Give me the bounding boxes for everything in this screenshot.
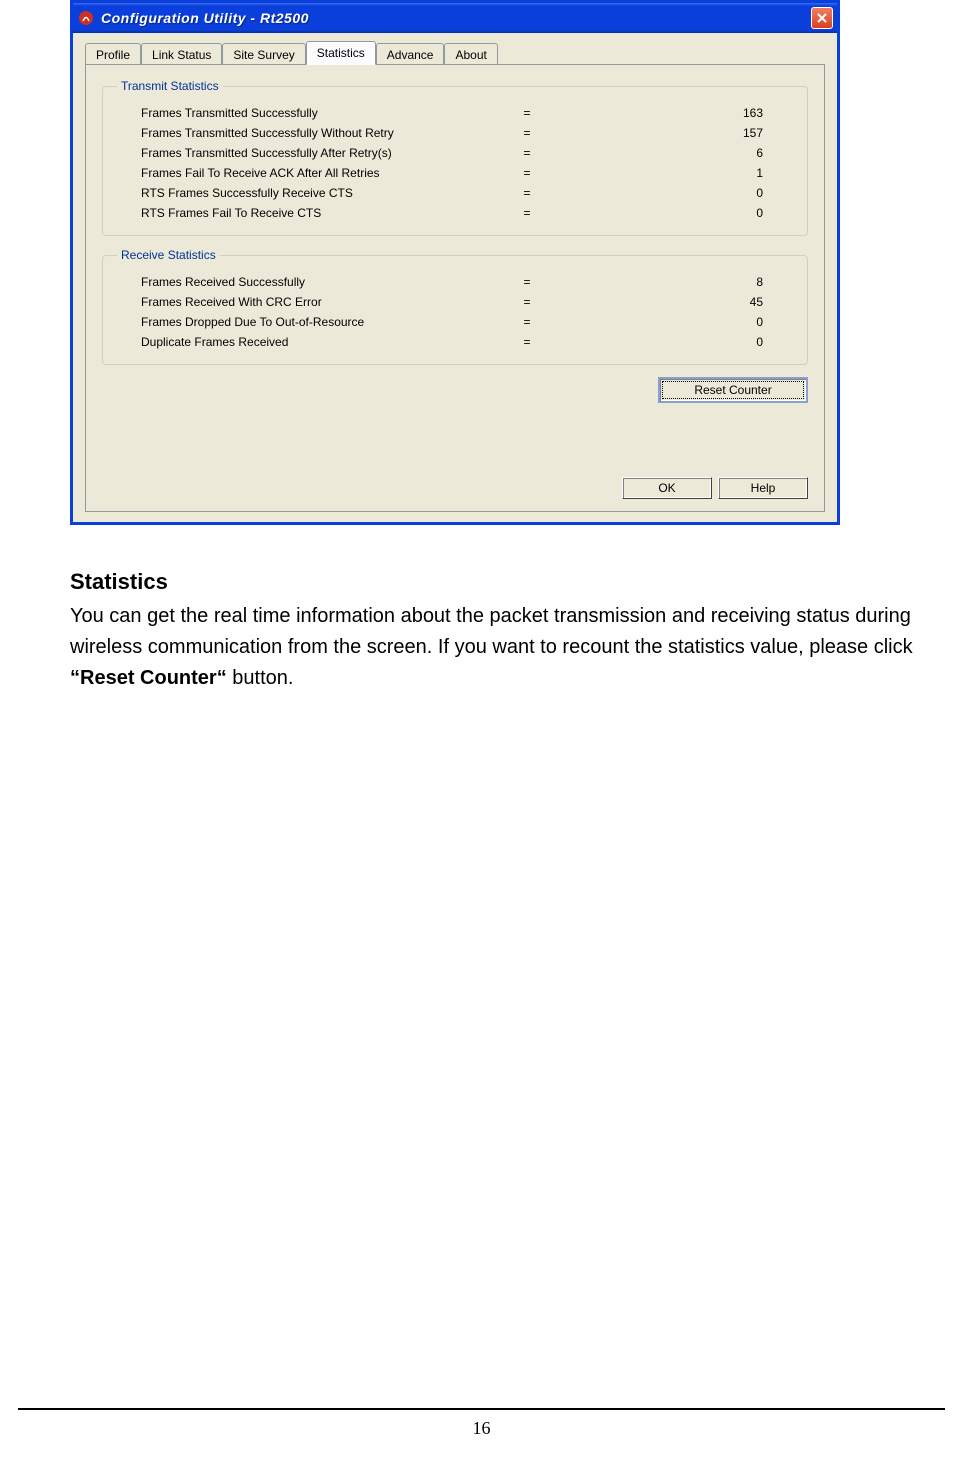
footer-rule	[18, 1408, 945, 1410]
receive-statistics-group: Receive Statistics Frames Received Succe…	[102, 248, 808, 365]
stat-label: RTS Frames Fail To Receive CTS	[117, 206, 497, 220]
stat-label: Duplicate Frames Received	[117, 335, 497, 349]
stat-eq: =	[497, 126, 557, 140]
stat-row: RTS Frames Successfully Receive CTS = 0	[117, 183, 793, 203]
stat-label: Frames Transmitted Successfully	[117, 106, 497, 120]
stat-eq: =	[497, 275, 557, 289]
stat-label: Frames Transmitted Successfully Without …	[117, 126, 497, 140]
stat-value: 0	[557, 206, 793, 220]
stat-value: 6	[557, 146, 793, 160]
stat-row: RTS Frames Fail To Receive CTS = 0	[117, 203, 793, 223]
stat-label: Frames Received With CRC Error	[117, 295, 497, 309]
stat-eq: =	[497, 186, 557, 200]
stat-label: Frames Dropped Due To Out-of-Resource	[117, 315, 497, 329]
tab-panel-statistics: Transmit Statistics Frames Transmitted S…	[85, 64, 825, 512]
receive-legend: Receive Statistics	[117, 248, 220, 262]
ok-button[interactable]: OK	[622, 477, 712, 499]
stat-eq: =	[497, 206, 557, 220]
dialog-footer: OK Help	[622, 469, 808, 501]
stat-label: RTS Frames Successfully Receive CTS	[117, 186, 497, 200]
titlebar: Configuration Utility - Rt2500	[73, 3, 837, 33]
stat-eq: =	[497, 335, 557, 349]
transmit-statistics-group: Transmit Statistics Frames Transmitted S…	[102, 79, 808, 236]
help-button[interactable]: Help	[718, 477, 808, 499]
stat-row: Frames Transmitted Successfully Without …	[117, 123, 793, 143]
doc-paragraph: You can get the real time information ab…	[70, 601, 920, 694]
tab-statistics[interactable]: Statistics	[306, 41, 376, 65]
tab-link-status[interactable]: Link Status	[141, 43, 222, 65]
stat-eq: =	[497, 106, 557, 120]
reset-row: Reset Counter	[102, 377, 808, 403]
page-number: 16	[473, 1418, 491, 1438]
doc-para-pre: You can get the real time information ab…	[70, 605, 913, 658]
stat-value: 157	[557, 126, 793, 140]
app-icon	[77, 9, 95, 27]
stat-row: Frames Received Successfully = 8	[117, 272, 793, 292]
stat-eq: =	[497, 315, 557, 329]
tab-site-survey[interactable]: Site Survey	[222, 43, 305, 65]
doc-para-post: button.	[227, 667, 294, 689]
stat-row: Frames Dropped Due To Out-of-Resource = …	[117, 312, 793, 332]
tab-about[interactable]: About	[444, 43, 497, 65]
close-icon[interactable]	[811, 7, 833, 29]
stat-row: Frames Fail To Receive ACK After All Ret…	[117, 163, 793, 183]
stat-value: 45	[557, 295, 793, 309]
stat-value: 0	[557, 315, 793, 329]
stat-value: 1	[557, 166, 793, 180]
stat-eq: =	[497, 295, 557, 309]
stat-value: 0	[557, 335, 793, 349]
stat-eq: =	[497, 166, 557, 180]
stat-label: Frames Received Successfully	[117, 275, 497, 289]
stat-row: Duplicate Frames Received = 0	[117, 332, 793, 352]
stat-label: Frames Fail To Receive ACK After All Ret…	[117, 166, 497, 180]
doc-heading: Statistics	[70, 565, 920, 599]
reset-counter-button[interactable]: Reset Counter	[658, 377, 808, 403]
page-footer: 16	[0, 1408, 963, 1439]
window-title: Configuration Utility - Rt2500	[101, 10, 309, 26]
stat-value: 163	[557, 106, 793, 120]
transmit-legend: Transmit Statistics	[117, 79, 223, 93]
stat-row: Frames Transmitted Successfully = 163	[117, 103, 793, 123]
stat-eq: =	[497, 146, 557, 160]
stat-row: Frames Received With CRC Error = 45	[117, 292, 793, 312]
doc-para-bold: “Reset Counter“	[70, 667, 227, 689]
stat-row: Frames Transmitted Successfully After Re…	[117, 143, 793, 163]
tab-advance[interactable]: Advance	[376, 43, 445, 65]
config-utility-window: Configuration Utility - Rt2500 Profile L…	[70, 0, 840, 525]
stat-value: 8	[557, 275, 793, 289]
document-text: Statistics You can get the real time inf…	[70, 565, 920, 694]
window-body: Profile Link Status Site Survey Statisti…	[73, 33, 837, 522]
stat-label: Frames Transmitted Successfully After Re…	[117, 146, 497, 160]
stat-value: 0	[557, 186, 793, 200]
tab-profile[interactable]: Profile	[85, 43, 141, 65]
tabs: Profile Link Status Site Survey Statisti…	[85, 43, 825, 65]
